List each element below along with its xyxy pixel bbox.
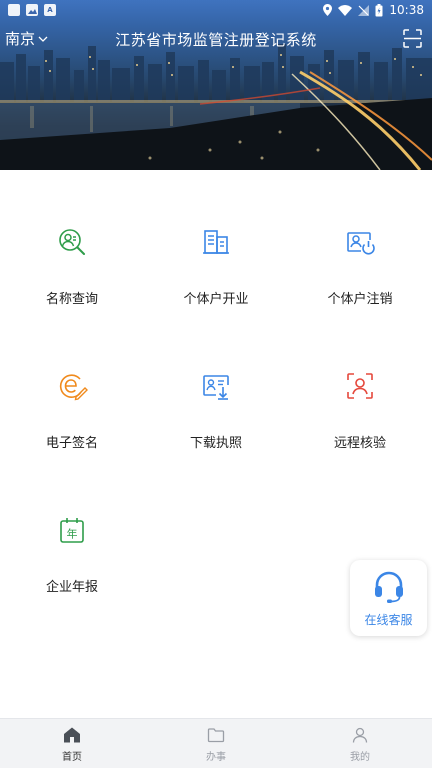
service-label: 个体户开业 — [183, 292, 249, 307]
calendar-year-icon: 年 — [60, 518, 84, 543]
location-icon — [323, 4, 333, 16]
service-e-signature[interactable]: 电子签名 — [0, 314, 144, 458]
online-support-label: 在线客服 — [364, 613, 413, 627]
notification-icon — [8, 4, 20, 16]
service-name-search[interactable]: 名称查询 — [0, 170, 144, 314]
service-label: 电子签名 — [45, 436, 98, 451]
online-support-button[interactable]: 在线客服 — [350, 560, 427, 636]
user-icon — [352, 727, 368, 743]
tab-home[interactable]: 首页 — [0, 719, 144, 768]
headset-icon — [375, 571, 403, 603]
service-label: 企业年报 — [45, 580, 98, 595]
id-card-power-icon — [347, 232, 375, 255]
status-time: 10:38 — [389, 3, 424, 17]
e-sign-icon — [59, 374, 88, 401]
face-verify-icon — [347, 373, 373, 399]
font-notification-icon: A — [44, 4, 56, 16]
service-label: 远程核验 — [333, 436, 386, 451]
service-remote-verify[interactable]: 远程核验 — [288, 314, 432, 458]
calendar-year-glyph: 年 — [67, 527, 78, 541]
status-bar: A 10:38 — [0, 0, 432, 22]
building-icon — [203, 230, 229, 254]
top-bar: 南京 江苏省市场监管注册登记系统 — [0, 26, 432, 54]
bottom-tab-bar: 首页 办事 我的 — [0, 718, 432, 768]
scan-icon — [403, 29, 422, 48]
tab-label: 办事 — [206, 752, 226, 763]
image-notification-icon — [26, 4, 38, 16]
page-title: 江苏省市场监管注册登记系统 — [115, 31, 317, 49]
scan-button[interactable] — [403, 29, 422, 52]
home-icon — [64, 727, 80, 743]
service-label: 个体户注销 — [327, 292, 393, 307]
tab-label: 我的 — [350, 752, 370, 763]
service-business-open[interactable]: 个体户开业 — [144, 170, 288, 314]
service-annual-report[interactable]: 年 企业年报 — [0, 458, 144, 602]
tab-label: 首页 — [62, 752, 82, 763]
service-label: 下载执照 — [189, 436, 242, 451]
tab-services[interactable]: 办事 — [144, 719, 288, 768]
wifi-icon — [338, 4, 353, 16]
name-search-icon — [59, 229, 85, 255]
folder-icon — [207, 728, 225, 743]
header-banner: A 10:38 南京 江苏省市场监管注册登记系统 — [0, 0, 432, 170]
battery-icon — [375, 3, 383, 16]
license-download-icon — [203, 375, 229, 400]
signal-off-icon — [358, 4, 370, 16]
service-business-cancel[interactable]: 个体户注销 — [288, 170, 432, 314]
service-license-download[interactable]: 下载执照 — [144, 314, 288, 458]
service-label: 名称查询 — [45, 292, 98, 307]
tab-profile[interactable]: 我的 — [288, 719, 432, 768]
